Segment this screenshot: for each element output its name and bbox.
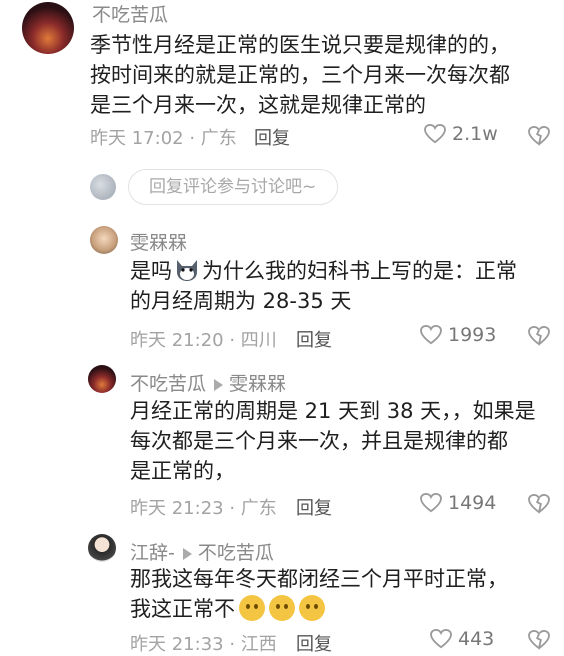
comment-line: 是正常的，	[130, 459, 235, 483]
broken-heart-icon[interactable]	[528, 126, 550, 146]
like-button[interactable]: 443	[430, 628, 494, 650]
like-button[interactable]: 1494	[420, 492, 496, 514]
comment-text: 是吗 为什么我的妇科书上写的是：正常 的月经周期为 28-35 天	[130, 256, 550, 316]
like-button[interactable]: 1993	[420, 324, 496, 346]
pleading-emoji-icon	[239, 595, 265, 621]
reply-button[interactable]: 回复	[296, 494, 332, 520]
heart-icon	[420, 493, 442, 513]
author-name[interactable]: 江辞-	[130, 542, 175, 564]
avatar[interactable]	[90, 226, 118, 254]
comment-text: 那我这每年冬天都闭经三个月平时正常， 我这正常不	[130, 564, 560, 624]
comment-text: 月经正常的周期是 21 天到 38 天，，如果是 每次都是三个月来一次，并且是规…	[130, 396, 560, 486]
comment-author[interactable]: 不吃苦瓜	[92, 0, 168, 27]
broken-heart-icon[interactable]	[528, 494, 550, 514]
avatar[interactable]	[88, 534, 116, 562]
reply-button[interactable]: 回复	[296, 326, 332, 352]
broken-heart-icon[interactable]	[528, 630, 550, 650]
comment-line: 的月经周期为 28-35 天	[130, 289, 352, 313]
comment-author[interactable]: 雯槑槑	[130, 228, 187, 255]
like-button[interactable]: 2.1w	[424, 123, 498, 145]
avatar[interactable]	[88, 365, 116, 393]
like-count: 443	[458, 628, 495, 650]
reply-arrow-icon	[182, 547, 192, 560]
comment-meta: 昨天 17:02 · 广东	[90, 128, 237, 149]
heart-icon	[430, 629, 452, 649]
pleading-emoji-icon	[269, 595, 295, 621]
comment-meta: 昨天 21:23 · 广东	[130, 498, 277, 519]
avatar[interactable]	[22, 2, 74, 54]
reply-to-name[interactable]: 不吃苦瓜	[198, 542, 274, 564]
reply-to-name[interactable]: 雯槑槑	[229, 373, 286, 395]
heart-icon	[424, 124, 446, 144]
pleading-emoji-icon	[299, 595, 325, 621]
comment-line: 按时间来的就是正常的，三个月来一次每次都	[90, 63, 510, 87]
comment-meta: 昨天 21:33 · 江西	[130, 634, 277, 655]
like-count: 2.1w	[452, 123, 498, 145]
comment-line: 每次都是三个月来一次，并且是规律的都	[130, 429, 508, 453]
comment-meta: 昨天 21:20 · 四川	[130, 330, 277, 351]
author-name[interactable]: 不吃苦瓜	[130, 373, 206, 395]
comment-text: 季节性月经是正常的医生说只要是规律的的， 按时间来的就是正常的，三个月来一次每次…	[90, 30, 550, 120]
reply-button[interactable]: 回复	[296, 630, 332, 656]
comment-author[interactable]: 江辞- 不吃苦瓜	[130, 538, 274, 565]
comment-fragment: 我这正常不	[130, 597, 235, 621]
cat-emoji-icon	[177, 260, 197, 281]
comment-line: 月经正常的周期是 21 天到 38 天，，如果是	[130, 399, 536, 423]
comment-line: 是三个月来一次，这就是规律正常的	[90, 93, 426, 117]
heart-icon	[420, 325, 442, 345]
reply-arrow-icon	[214, 378, 224, 391]
reply-input[interactable]: 回复评论参与讨论吧~	[128, 169, 338, 205]
comment-fragment: 为什么我的妇科书上写的是：正常	[202, 259, 517, 283]
reply-button[interactable]: 回复	[254, 124, 290, 150]
comment-fragment: 是吗	[130, 259, 172, 283]
my-avatar	[90, 174, 116, 200]
comment-line: 我这正常不	[130, 594, 560, 624]
comment-line: 是吗 为什么我的妇科书上写的是：正常	[130, 256, 550, 286]
comment-line: 季节性月经是正常的医生说只要是规律的的，	[90, 33, 510, 57]
like-count: 1494	[448, 492, 497, 514]
broken-heart-icon[interactable]	[528, 326, 550, 346]
comment-author[interactable]: 不吃苦瓜 雯槑槑	[130, 369, 286, 396]
comment-line: 那我这每年冬天都闭经三个月平时正常，	[130, 567, 508, 591]
like-count: 1993	[448, 324, 497, 346]
